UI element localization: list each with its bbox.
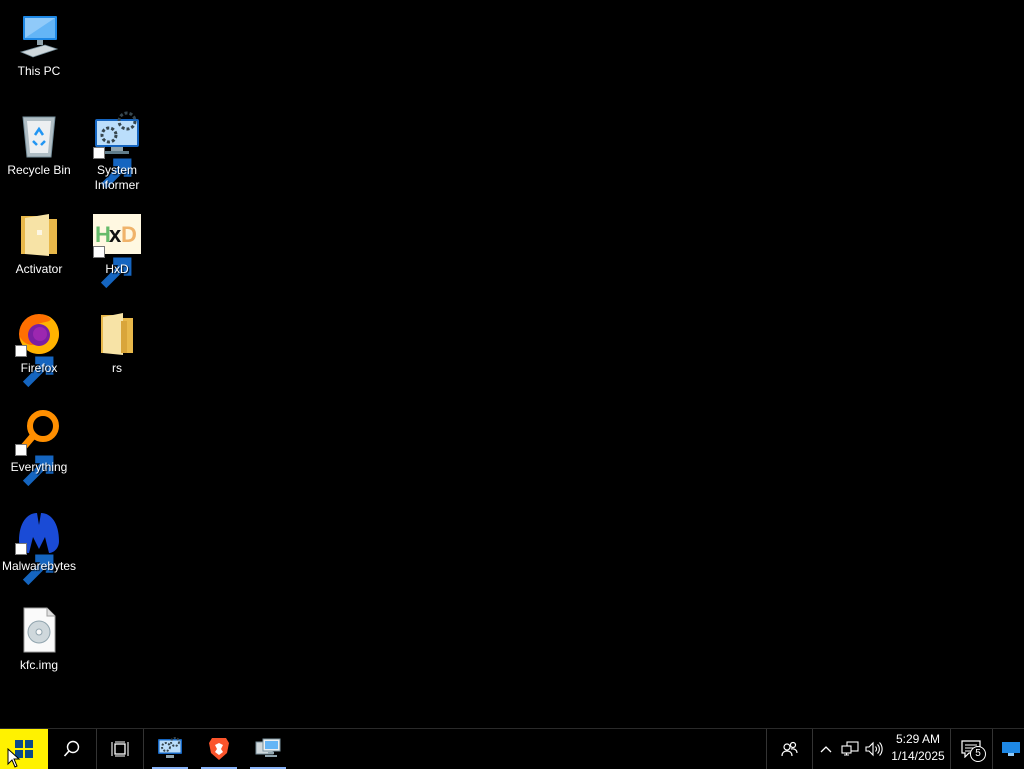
shortcut-arrow-icon xyxy=(15,543,54,586)
shortcut-arrow-icon xyxy=(15,345,54,388)
task-view-icon xyxy=(111,741,129,757)
desktop-icon-label: Firefox xyxy=(20,361,58,375)
desktop-icon-label: Activator xyxy=(15,262,63,276)
volume-button[interactable] xyxy=(862,729,886,769)
desktop-icon-kfc-img[interactable]: kfc.img xyxy=(0,600,78,692)
taskbar-separator xyxy=(992,729,993,769)
desktop-icon-recycle-bin[interactable]: Recycle Bin xyxy=(0,105,78,197)
magnifier-icon xyxy=(15,408,63,487)
desktop-icon-label: Everything xyxy=(10,460,68,474)
desktop-icon-label: Malwarebytes xyxy=(1,559,77,573)
desktop: This PC Recycle Bin Activator Firefox Ev… xyxy=(0,0,1024,728)
desktop-icon-label: HxD xyxy=(105,262,129,276)
hxd-icon: H x D xyxy=(93,210,141,289)
desktop-icon-hxd[interactable]: H x D HxD xyxy=(78,204,156,296)
search-icon xyxy=(63,740,80,757)
taskbar-separator xyxy=(812,729,813,769)
folder-icon xyxy=(15,210,63,258)
desktop-icon-label: Recycle Bin xyxy=(7,163,71,177)
notification-count-badge: 5 xyxy=(970,746,986,762)
desktop-icon-label: rs xyxy=(112,361,122,375)
network-icon xyxy=(841,741,859,756)
taskbar-app-brave[interactable] xyxy=(197,729,241,769)
desktop-icon-everything[interactable]: Everything xyxy=(0,402,78,494)
firefox-icon xyxy=(15,309,63,388)
chevron-up-icon xyxy=(820,746,832,753)
system-informer-icon xyxy=(158,737,182,758)
volume-icon xyxy=(865,741,883,757)
mouse-cursor-icon xyxy=(7,748,21,768)
svg-text:D: D xyxy=(121,222,137,247)
desktop-icon-label: kfc.img xyxy=(19,658,58,672)
remote-desktop-icon xyxy=(255,738,281,757)
desktop-icon-this-pc[interactable]: This PC xyxy=(0,6,78,98)
shortcut-arrow-icon xyxy=(93,147,132,190)
desktop-icon-label: This PC xyxy=(17,64,61,78)
task-view-button[interactable] xyxy=(97,729,143,769)
desktop-icon-activator[interactable]: Activator xyxy=(0,204,78,296)
action-center-button[interactable]: 5 xyxy=(951,729,991,769)
desktop-icon-system-informer[interactable]: System Informer xyxy=(78,105,156,197)
malwarebytes-icon xyxy=(15,507,63,586)
show-desktop-button[interactable] xyxy=(998,729,1024,769)
taskbar-app-system-informer[interactable] xyxy=(148,729,192,769)
desktop-icon-label: System Informer xyxy=(94,163,140,192)
people-icon xyxy=(780,741,798,757)
desktop-icon-rs[interactable]: rs xyxy=(78,303,156,395)
computer-icon xyxy=(15,12,63,60)
show-hidden-icons-button[interactable] xyxy=(815,729,837,769)
system-informer-icon xyxy=(93,111,141,190)
clock[interactable]: 5:29 AM 1/14/2025 xyxy=(888,731,948,767)
shortcut-arrow-icon xyxy=(15,444,54,487)
search-button[interactable] xyxy=(48,729,96,769)
recycle-bin-icon xyxy=(15,111,63,159)
desktop-icon-malwarebytes[interactable]: Malwarebytes xyxy=(0,501,78,593)
disc-image-file-icon xyxy=(15,606,63,654)
people-button[interactable] xyxy=(767,729,812,769)
shortcut-arrow-icon xyxy=(93,246,132,289)
taskbar-separator xyxy=(143,729,144,769)
folder-icon xyxy=(93,309,141,357)
brave-browser-icon xyxy=(209,738,229,760)
taskbar-app-remote-desktop[interactable] xyxy=(246,729,290,769)
network-button[interactable] xyxy=(838,729,862,769)
show-desktop-icon xyxy=(1002,742,1020,756)
taskbar: 5:29 AM 1/14/2025 5 xyxy=(0,728,1024,769)
clock-time: 5:29 AM xyxy=(895,732,941,746)
desktop-icon-firefox[interactable]: Firefox xyxy=(0,303,78,395)
clock-date: 1/14/2025 xyxy=(891,749,945,763)
